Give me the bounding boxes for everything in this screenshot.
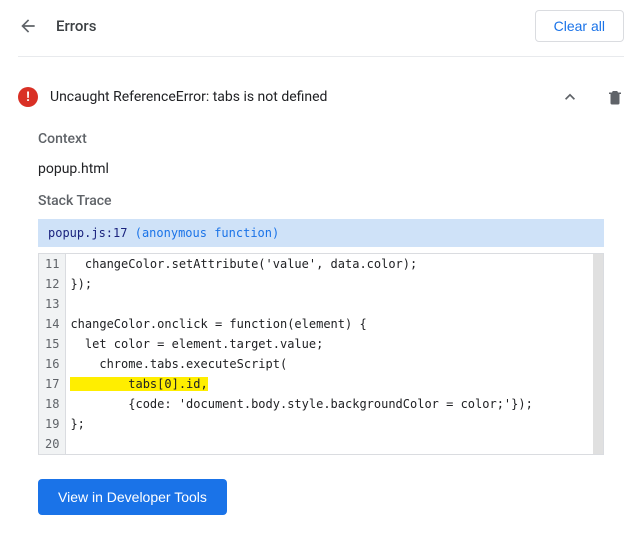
code-line: {code: 'document.body.style.backgroundCo… bbox=[66, 394, 603, 414]
line-number: 16 bbox=[45, 354, 59, 374]
code-line bbox=[66, 294, 603, 314]
stack-trace-header[interactable]: popup.js:17 (anonymous function) bbox=[38, 219, 604, 247]
page-title: Errors bbox=[56, 17, 96, 35]
context-value: popup.html bbox=[0, 147, 642, 187]
line-number: 20 bbox=[45, 434, 59, 454]
line-number: 12 bbox=[45, 274, 59, 294]
divider bbox=[18, 56, 624, 57]
stack-trace-label: Stack Trace bbox=[0, 187, 642, 209]
code-line: }); bbox=[66, 274, 603, 294]
code-line: chrome.tabs.executeScript( bbox=[66, 354, 603, 374]
code-line: changeColor.onclick = function(element) … bbox=[66, 314, 603, 334]
line-number: 18 bbox=[45, 394, 59, 414]
code-line bbox=[66, 434, 603, 454]
context-label: Context bbox=[0, 125, 642, 147]
trash-icon[interactable] bbox=[606, 88, 624, 106]
code-snippet: 11121314151617181920 changeColor.setAttr… bbox=[38, 253, 604, 455]
chevron-up-icon[interactable] bbox=[560, 87, 580, 107]
code-line: let color = element.target.value; bbox=[66, 334, 603, 354]
line-number: 13 bbox=[45, 294, 59, 314]
error-icon: ! bbox=[18, 87, 38, 107]
back-arrow-icon[interactable] bbox=[18, 16, 38, 36]
code-line: changeColor.setAttribute('value', data.c… bbox=[66, 254, 603, 274]
line-number: 15 bbox=[45, 334, 59, 354]
stack-fn: (anonymous function) bbox=[135, 226, 280, 240]
line-number: 17 bbox=[45, 374, 59, 394]
line-number: 11 bbox=[45, 254, 59, 274]
stack-file-ref: popup.js:17 bbox=[48, 226, 127, 240]
error-message: Uncaught ReferenceError: tabs is not def… bbox=[50, 89, 327, 105]
line-number: 19 bbox=[45, 414, 59, 434]
error-row: ! Uncaught ReferenceError: tabs is not d… bbox=[0, 69, 642, 125]
clear-all-button[interactable]: Clear all bbox=[535, 10, 624, 42]
line-number: 14 bbox=[45, 314, 59, 334]
code-line: }; bbox=[66, 414, 603, 434]
code-line: tabs[0].id, bbox=[66, 374, 603, 394]
scrollbar[interactable] bbox=[593, 254, 603, 454]
view-in-devtools-button[interactable]: View in Developer Tools bbox=[38, 479, 227, 515]
